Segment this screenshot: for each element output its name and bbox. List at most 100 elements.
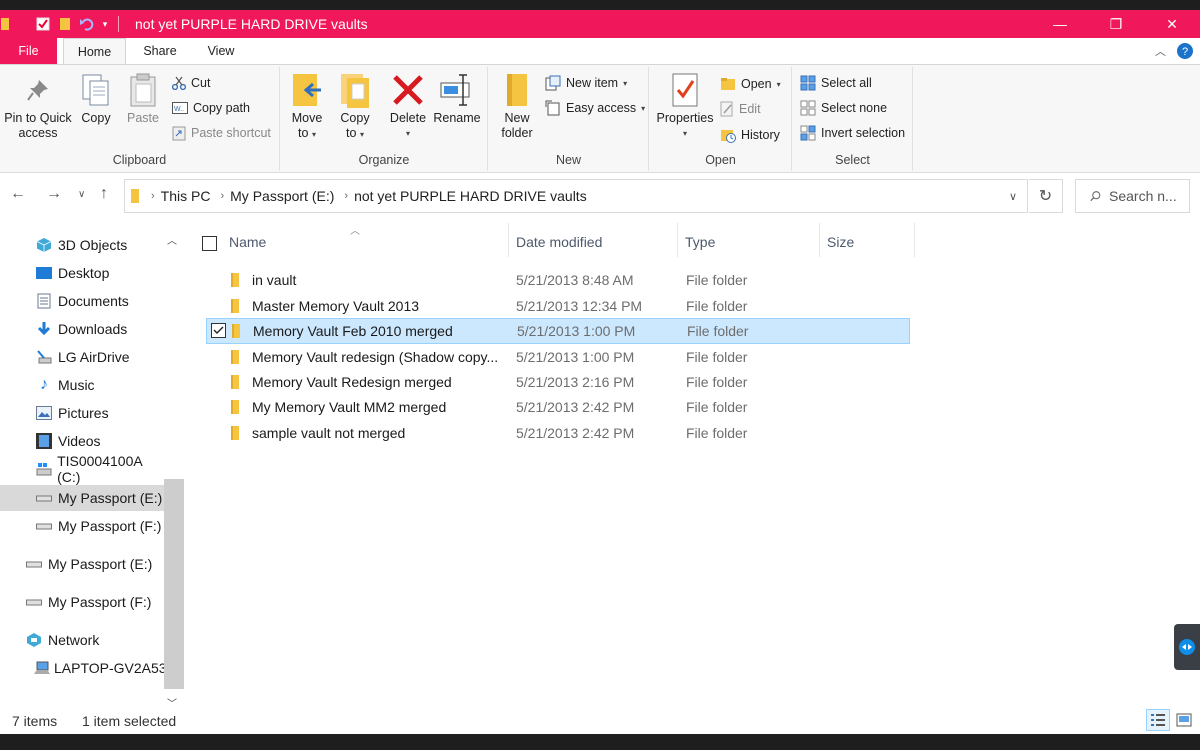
paste-button[interactable]: Paste xyxy=(122,71,164,126)
help-icon[interactable]: ? xyxy=(1176,42,1194,60)
nav-item-videos[interactable]: Videos xyxy=(0,428,164,454)
file-row[interactable]: sample vault not merged 5/21/2013 2:42 P… xyxy=(206,421,910,446)
row-checkbox-checked[interactable] xyxy=(211,323,226,338)
invert-selection-button[interactable]: Invert selection xyxy=(800,123,905,143)
select-all-checkbox[interactable] xyxy=(202,236,217,251)
file-row[interactable]: in vault 5/21/2013 8:48 AM File folder xyxy=(206,268,910,293)
search-box[interactable] xyxy=(1075,179,1190,213)
file-row[interactable]: Master Memory Vault 2013 5/21/2013 12:34… xyxy=(206,294,910,319)
tab-home[interactable]: Home xyxy=(63,38,126,65)
clipboard-group-label: Clipboard xyxy=(112,153,167,167)
recent-locations-chevron-icon[interactable]: ∨ xyxy=(78,189,85,200)
file-row[interactable]: Memory Vault Redesign merged 5/21/2013 2… xyxy=(206,370,910,395)
copy-button[interactable]: Copy xyxy=(76,71,116,126)
nav-item-c-drive[interactable]: TIS0004100A (C:) xyxy=(0,453,164,485)
breadcrumb-current-folder[interactable]: not yet PURPLE HARD DRIVE vaults xyxy=(354,188,587,204)
copy-path-button[interactable]: W.. Copy path xyxy=(172,98,250,118)
new-item-icon xyxy=(545,75,561,91)
nav-item-label: Network xyxy=(48,632,100,648)
column-header-type[interactable]: Type xyxy=(685,234,715,250)
file-date-modified: 5/21/2013 1:00 PM xyxy=(517,323,636,339)
breadcrumb-this-pc[interactable]: This PC xyxy=(161,188,211,204)
new-item-button[interactable]: New item ▾ xyxy=(545,73,627,93)
downloads-icon xyxy=(34,321,54,337)
teamviewer-side-widget[interactable] xyxy=(1174,624,1200,670)
nav-item-desktop[interactable]: Desktop xyxy=(0,260,164,286)
tab-share[interactable]: Share xyxy=(132,38,188,64)
column-header-size[interactable]: Size xyxy=(827,234,854,250)
nav-item-music[interactable]: ♪ Music xyxy=(0,372,164,398)
properties-qat-icon[interactable] xyxy=(32,10,54,38)
breadcrumb-my-passport[interactable]: My Passport (E:) xyxy=(230,188,334,204)
maximize-button[interactable]: ❐ xyxy=(1088,10,1144,38)
tab-view[interactable]: View xyxy=(195,38,247,64)
pin-to-quick-access-button[interactable]: Pin to Quick access xyxy=(2,71,74,141)
history-button[interactable]: History xyxy=(720,125,780,145)
file-type: File folder xyxy=(687,323,749,339)
minimize-button[interactable]: — xyxy=(1032,10,1088,38)
nav-item-my-passport-f[interactable]: My Passport (F:) xyxy=(0,513,164,539)
folder-location-icon xyxy=(131,189,139,203)
nav-item-documents[interactable]: Documents xyxy=(0,288,164,314)
status-bar: 7 items 1 item selected xyxy=(0,707,1200,734)
minimize-ribbon-icon[interactable]: ︿ xyxy=(1155,43,1166,59)
breadcrumb-separator-icon[interactable]: › xyxy=(344,190,348,202)
screen-bottom-edge xyxy=(0,734,1200,750)
select-none-button[interactable]: Select none xyxy=(800,98,887,118)
nav-item-my-passport-e[interactable]: My Passport (E:) xyxy=(0,485,164,511)
column-header-date-modified[interactable]: Date modified xyxy=(516,234,602,250)
close-button[interactable]: ✕ xyxy=(1144,10,1200,38)
refresh-button[interactable]: ↻ xyxy=(1029,179,1063,213)
address-dropdown-chevron-icon[interactable]: ∨ xyxy=(1009,190,1017,203)
svg-text:?: ? xyxy=(1182,46,1188,58)
search-icon xyxy=(1090,191,1101,202)
new-folder-qat-icon[interactable] xyxy=(54,10,76,38)
select-all-button[interactable]: Select all xyxy=(800,73,872,93)
column-divider[interactable] xyxy=(914,223,915,257)
move-to-label-line1: Move xyxy=(291,111,323,125)
nav-pane-scrollbar-thumb[interactable] xyxy=(164,479,184,689)
open-button[interactable]: Open ▾ xyxy=(720,74,781,94)
details-view-button[interactable] xyxy=(1146,709,1170,731)
copy-to-button[interactable]: Copy to ▾ xyxy=(335,71,375,142)
file-row[interactable]: My Memory Vault MM2 merged 5/21/2013 2:4… xyxy=(206,395,910,420)
paste-shortcut-button[interactable]: Paste shortcut xyxy=(172,123,271,143)
nav-item-lg-airdrive[interactable]: LG AirDrive xyxy=(0,344,164,370)
scroll-up-arrow-icon[interactable]: ︿ xyxy=(167,232,177,247)
easy-access-button[interactable]: Easy access ▾ xyxy=(545,98,645,118)
search-input[interactable] xyxy=(1109,188,1189,204)
column-divider[interactable] xyxy=(819,223,820,257)
move-to-button[interactable]: Move to ▾ xyxy=(287,71,327,142)
edit-button[interactable]: Edit xyxy=(720,99,761,119)
customize-qat-icon[interactable]: ▾ xyxy=(98,10,112,38)
column-divider[interactable] xyxy=(508,223,509,257)
nav-item-my-passport-f-2[interactable]: My Passport (F:) xyxy=(0,589,164,615)
address-bar[interactable]: › This PC › My Passport (E:) › not yet P… xyxy=(124,179,1028,213)
new-folder-button[interactable]: New folder xyxy=(495,71,539,141)
nav-item-laptop[interactable]: LAPTOP-GV2A53I xyxy=(0,655,164,681)
new-item-caret-icon: ▾ xyxy=(623,78,628,88)
file-row-selected[interactable]: Memory Vault Feb 2010 merged 5/21/2013 1… xyxy=(206,318,910,344)
back-arrow-icon[interactable]: ← xyxy=(10,185,26,203)
cut-button[interactable]: Cut xyxy=(172,73,210,93)
large-icons-view-button[interactable] xyxy=(1172,709,1196,731)
nav-item-my-passport-e-2[interactable]: My Passport (E:) xyxy=(0,551,164,577)
properties-button[interactable]: Properties ▾ xyxy=(654,71,716,141)
forward-arrow-icon[interactable]: → xyxy=(46,185,62,203)
nav-item-pictures[interactable]: Pictures xyxy=(0,400,164,426)
up-arrow-icon[interactable]: ↑ xyxy=(100,185,108,203)
ribbon-tabs: File Home Share View ︿ ? xyxy=(0,38,1200,65)
nav-item-network[interactable]: Network xyxy=(0,627,164,653)
copy-to-caret-icon: ▾ xyxy=(359,130,364,139)
breadcrumb-separator-icon[interactable]: › xyxy=(220,190,224,202)
tab-file[interactable]: File xyxy=(0,38,57,64)
column-divider[interactable] xyxy=(677,223,678,257)
file-row[interactable]: Memory Vault redesign (Shadow copy... 5/… xyxy=(206,345,910,370)
undo-icon[interactable] xyxy=(76,10,98,38)
column-header-name[interactable]: Name xyxy=(229,234,266,250)
easy-access-caret-icon: ▾ xyxy=(641,103,646,113)
nav-item-3d-objects[interactable]: 3D Objects xyxy=(0,232,164,258)
delete-button[interactable]: Delete ▾ xyxy=(385,71,431,141)
nav-item-downloads[interactable]: Downloads xyxy=(0,316,164,342)
rename-button[interactable]: Rename xyxy=(433,71,481,126)
